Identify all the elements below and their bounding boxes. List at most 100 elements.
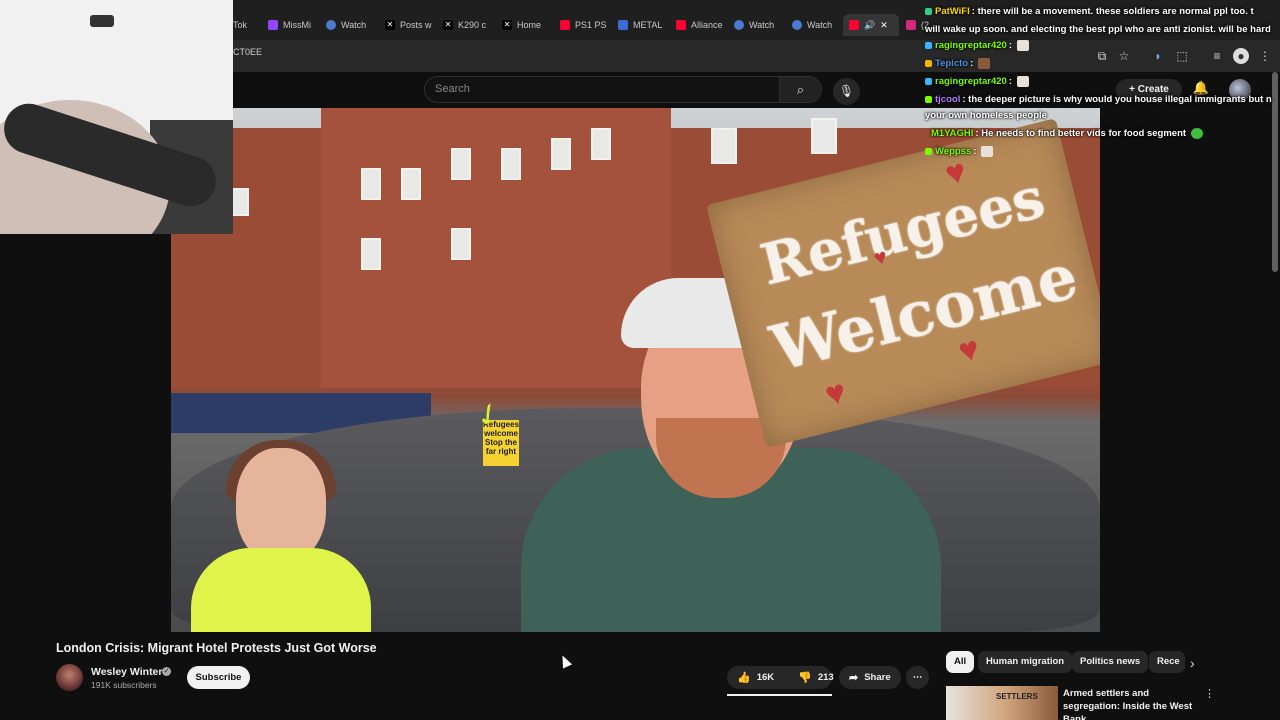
recommended-menu-icon[interactable]: ⋮ [1204, 687, 1215, 700]
thumbs-down-icon[interactable]: 👎 [798, 671, 812, 684]
wall-object [90, 15, 114, 27]
extension-icon[interactable]: ◗ [1150, 48, 1166, 64]
channel-name[interactable]: Wesley Winter [91, 666, 163, 678]
chat-badge-icon [925, 60, 932, 67]
window [361, 238, 381, 270]
chip-politics-news[interactable]: Politics news [1072, 651, 1149, 673]
chat-message: ragingreptar420: [925, 76, 1029, 87]
close-tab-icon[interactable]: ✕ [880, 20, 888, 31]
search-box[interactable]: Search ⌕ [424, 76, 822, 103]
window [361, 168, 381, 200]
media-control-icon[interactable]: ≡ [1209, 48, 1225, 64]
browser-tab[interactable]: MissMi [268, 14, 318, 36]
tab-label: METAL [633, 20, 663, 30]
globe-icon [734, 20, 744, 30]
search-input[interactable]: Search [435, 83, 470, 95]
mic-icon: 🎙 [838, 84, 855, 98]
browser-tab[interactable]: Watch [734, 14, 782, 36]
puzzle-icon[interactable]: ⬚ [1174, 48, 1190, 64]
browser-tab-active[interactable]: 🔊 ✕ [843, 14, 899, 36]
chat-text: the deeper picture is why would you hous… [968, 94, 1272, 105]
chip-recent[interactable]: Rece [1149, 651, 1185, 673]
browser-tab[interactable]: ✕ Home [502, 14, 550, 36]
window [811, 118, 837, 154]
chip-human-migration[interactable]: Human migration [978, 651, 1073, 673]
video-title: London Crisis: Migrant Hotel Protests Ju… [56, 641, 377, 655]
browser-tab[interactable]: Alliance [676, 14, 726, 36]
tab-label: Tok [233, 20, 248, 30]
browser-tab[interactable]: ✕ K290 c [443, 14, 491, 36]
chat-message: tjcool: the deeper picture is why would … [925, 94, 1272, 105]
x-icon: ✕ [443, 20, 453, 30]
address-bar[interactable]: CT0EE [233, 47, 262, 57]
tab-label: K290 c [458, 20, 487, 30]
chevron-right-icon[interactable]: › [1190, 655, 1195, 671]
subscriber-count: 191K subscribers [91, 680, 157, 690]
like-count[interactable]: 16K [757, 672, 774, 683]
recommended-thumbnail[interactable]: SETTLERS [946, 686, 1058, 720]
chat-username: M1YAGHI [931, 128, 974, 140]
verified-check-icon: ✓ [162, 667, 171, 676]
chat-message: Weppss: [925, 146, 994, 157]
tab-label: Posts w [400, 20, 432, 30]
tab-label: PS1 PS [575, 20, 607, 30]
chat-text: He needs to find better vids for food se… [981, 128, 1187, 140]
chat-text: your own homeless people [925, 110, 1047, 121]
window [231, 188, 249, 216]
chat-username: tjcool [935, 94, 961, 105]
chat-text: will wake up soon. and electing the best… [925, 24, 1271, 35]
speaker-icon[interactable]: 🔊 [864, 20, 875, 31]
mouse-cursor [557, 653, 573, 669]
chat-message: M1YAGHI: He needs to find better vids fo… [931, 128, 1203, 139]
profile-icon[interactable]: ● [1233, 48, 1249, 64]
share-label: Share [864, 672, 891, 683]
browser-tab[interactable]: PS1 PS [560, 14, 608, 36]
menu-kebab-icon[interactable]: ⋮ [1257, 48, 1273, 64]
youtube-icon [560, 20, 570, 30]
streamer-webcam [0, 0, 233, 234]
search-button[interactable]: ⌕ [779, 77, 821, 102]
youtube-icon [676, 20, 686, 30]
youtube-icon [849, 20, 859, 30]
emote-icon [977, 58, 990, 69]
chat-badge-icon [925, 7, 932, 15]
share-icon: ➦ [849, 672, 859, 684]
browser-tab[interactable]: Watch [792, 14, 840, 36]
browser-tab[interactable]: Watch [326, 14, 374, 36]
voice-search-button[interactable]: 🎙 [833, 78, 860, 105]
window [591, 128, 611, 160]
site-icon [618, 20, 628, 30]
subscribe-button[interactable]: Subscribe [187, 666, 250, 689]
emote-icon [1190, 128, 1203, 139]
dislike-count[interactable]: 213 [818, 672, 834, 683]
page-scrollbar[interactable] [1272, 72, 1278, 272]
share-button[interactable]: ➦ Share [839, 666, 901, 689]
tab-label: Watch [749, 20, 775, 30]
chat-badge-icon [925, 42, 932, 49]
face [236, 448, 326, 563]
browser-tab[interactable]: METAL [618, 14, 666, 36]
thumbs-up-icon[interactable]: 👍 [737, 671, 751, 684]
chip-all[interactable]: All [946, 651, 975, 673]
video-player[interactable]: Refugees welcome Stop the far right ✓ Re… [171, 108, 1100, 632]
tab-label: Watch [807, 20, 833, 30]
thumbnail-text: SETTLERS [996, 692, 1038, 701]
channel-avatar[interactable] [56, 664, 83, 691]
woman-in-vest [191, 440, 371, 632]
globe-icon [792, 20, 802, 30]
more-actions-button[interactable]: ⋯ [906, 666, 929, 689]
bookmark-star-icon[interactable]: ☆ [1116, 48, 1132, 64]
instagram-icon [906, 20, 916, 30]
globe-icon [326, 20, 336, 30]
chat-message: will wake up soon. and electing the best… [925, 24, 1271, 35]
hi-vis-vest [191, 548, 371, 632]
x-icon: ✕ [502, 20, 512, 30]
chat-message: Tepicto: [925, 58, 990, 69]
install-icon[interactable]: ⧉ [1094, 48, 1110, 64]
recommended-title[interactable]: Armed settlers and segregation: Inside t… [1063, 687, 1203, 720]
browser-tab[interactable]: Tok [233, 14, 263, 36]
window [451, 148, 471, 180]
browser-tab[interactable]: ✕ Posts w [385, 14, 433, 36]
chat-badge-icon [925, 95, 932, 103]
chat-message: PatWiFI: there will be a movement. these… [925, 6, 1254, 17]
